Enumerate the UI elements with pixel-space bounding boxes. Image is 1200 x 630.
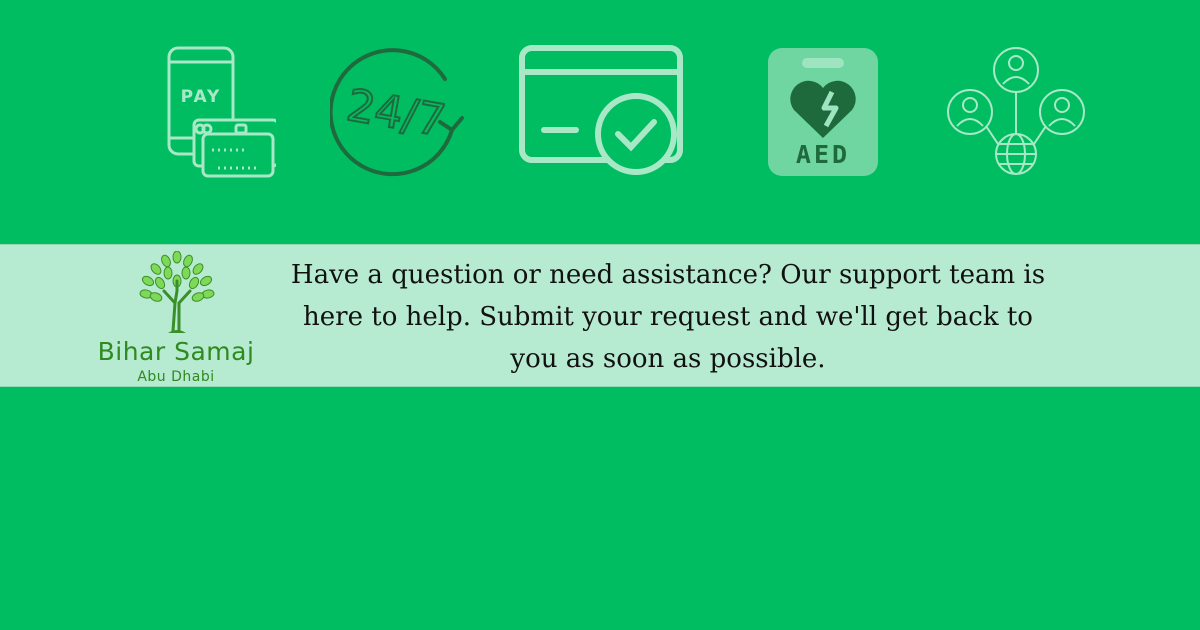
support-24-7-text: 24/7 bbox=[343, 80, 449, 147]
support-message: Have a question or need assistance? Our … bbox=[290, 260, 1046, 374]
support-banner: Bihar Samaj Abu Dhabi Have a question or… bbox=[0, 244, 1200, 387]
pay-text: PAY bbox=[181, 87, 222, 107]
bihar-samaj-logo: Bihar Samaj Abu Dhabi bbox=[96, 251, 256, 385]
aed-text: AED bbox=[796, 140, 850, 169]
logo-subtitle: Abu Dhabi bbox=[137, 369, 215, 385]
tree-logo-icon bbox=[139, 251, 215, 333]
logo-name: Bihar Samaj bbox=[97, 337, 255, 366]
mobile-pay-icon: PAY bbox=[167, 46, 276, 178]
aed-icon: AED bbox=[768, 48, 878, 176]
card-verified-icon bbox=[519, 45, 683, 175]
support-24-7-icon: 24/7 bbox=[330, 48, 464, 177]
network-people-icon bbox=[947, 47, 1085, 175]
feature-icons-row: PAY 24/7 AED bbox=[0, 0, 1200, 230]
